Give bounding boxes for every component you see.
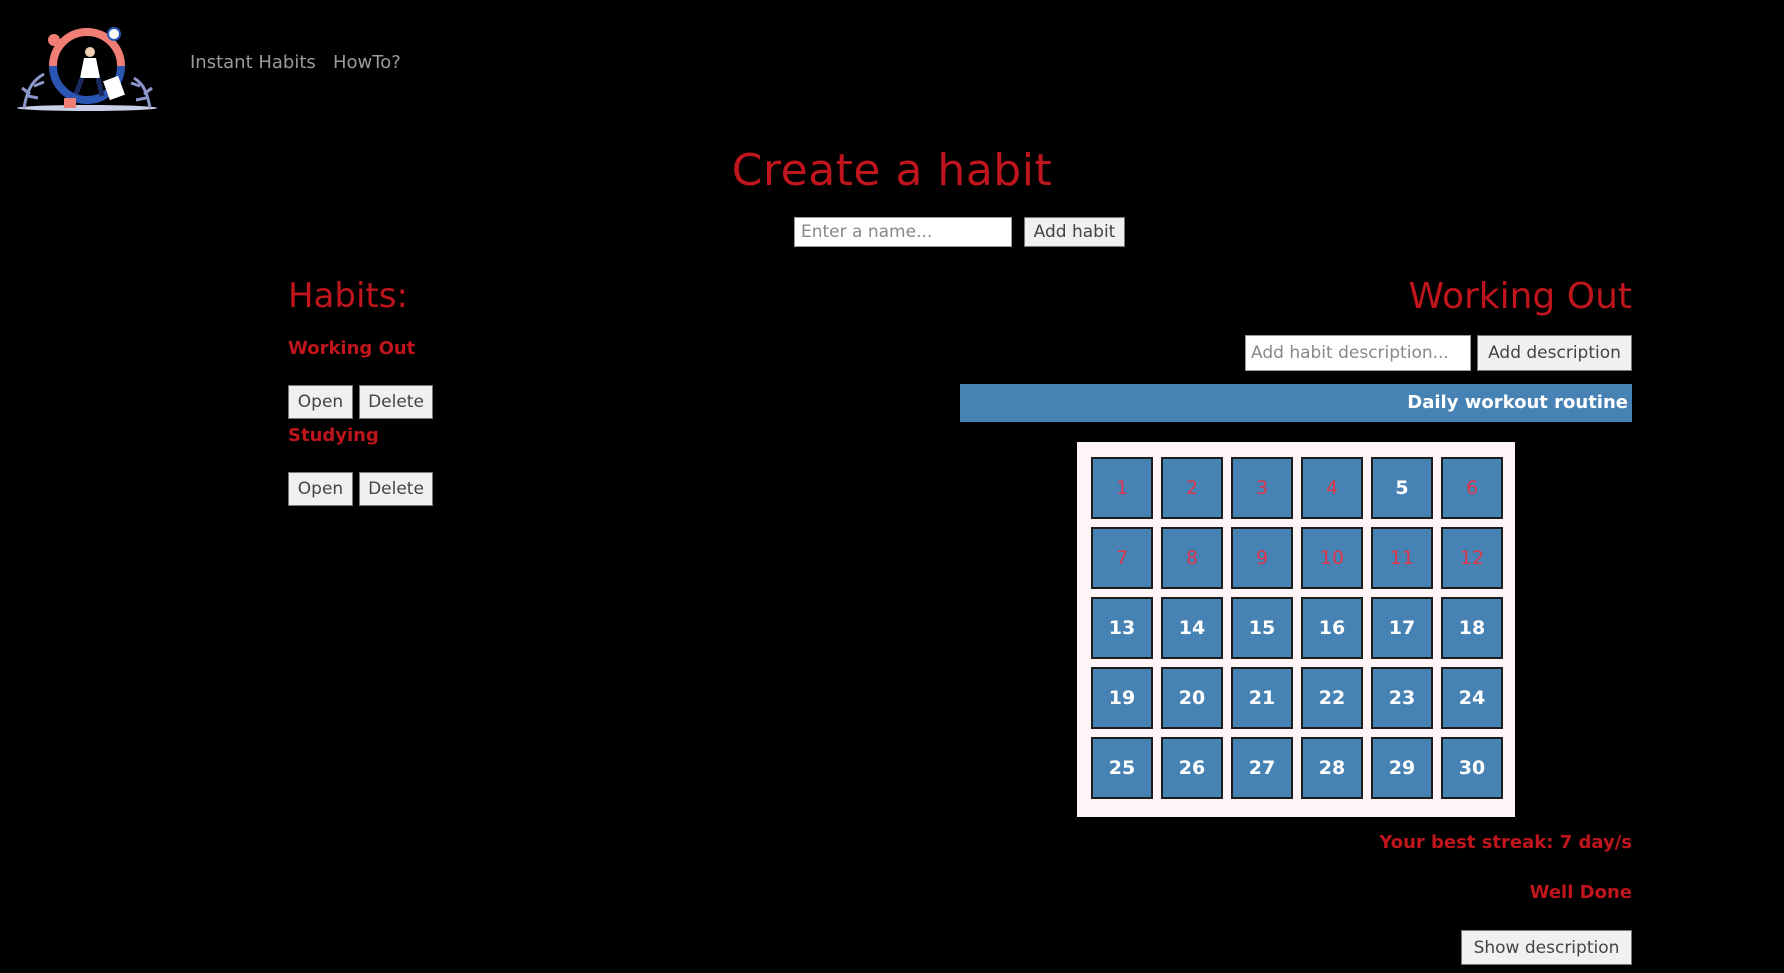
create-habit-title: Create a habit [731, 145, 1053, 196]
calendar-day-cell[interactable]: 24 [1441, 667, 1503, 729]
open-habit-button[interactable]: Open [288, 385, 353, 419]
calendar-day-cell[interactable]: 8 [1161, 527, 1223, 589]
calendar-day-cell[interactable]: 29 [1371, 737, 1433, 799]
habit-cycle-logo[interactable] [16, 24, 158, 112]
calendar-day-cell[interactable]: 9 [1231, 527, 1293, 589]
calendar-day-cell[interactable]: 20 [1161, 667, 1223, 729]
calendar-day-cell[interactable]: 19 [1091, 667, 1153, 729]
nav-link-instant-habits[interactable]: Instant Habits [190, 52, 316, 73]
calendar-day-cell[interactable]: 3 [1231, 457, 1293, 519]
show-description-button[interactable]: Show description [1461, 930, 1632, 965]
habit-description-input[interactable] [1245, 335, 1471, 371]
habit-list-item-name: Working Out [288, 338, 416, 359]
calendar-day-cell[interactable]: 10 [1301, 527, 1363, 589]
calendar-day-cell[interactable]: 18 [1441, 597, 1503, 659]
calendar-day-cell[interactable]: 14 [1161, 597, 1223, 659]
habit-list-item-name: Studying [288, 425, 379, 446]
day-calendar-grid: 1 2 3 4 5 6 7 8 9 10 11 12 13 14 15 16 17 18 19 20 21 22 23 24 2… [1077, 442, 1515, 817]
calendar-day-cell[interactable]: 6 [1441, 457, 1503, 519]
calendar-day-cell[interactable]: 25 [1091, 737, 1153, 799]
open-habit-button[interactable]: Open [288, 472, 353, 506]
best-streak-text: Your best streak: 7 day/s [1379, 832, 1632, 853]
habit-name-input[interactable] [794, 217, 1012, 247]
habits-heading: Habits: [288, 276, 408, 316]
calendar-day-cell[interactable]: 1 [1091, 457, 1153, 519]
calendar-day-cell[interactable]: 22 [1301, 667, 1363, 729]
calendar-day-cell[interactable]: 21 [1231, 667, 1293, 729]
calendar-day-cell[interactable]: 15 [1231, 597, 1293, 659]
well-done-message: Well Done [1529, 882, 1632, 903]
add-description-button[interactable]: Add description [1477, 335, 1632, 371]
delete-habit-button[interactable]: Delete [359, 385, 433, 419]
calendar-day-cell[interactable]: 12 [1441, 527, 1503, 589]
calendar-day-cell[interactable]: 27 [1231, 737, 1293, 799]
calendar-day-cell[interactable]: 5 [1371, 457, 1433, 519]
add-habit-button[interactable]: Add habit [1024, 217, 1125, 247]
calendar-day-cell[interactable]: 7 [1091, 527, 1153, 589]
calendar-day-cell[interactable]: 28 [1301, 737, 1363, 799]
delete-habit-button[interactable]: Delete [359, 472, 433, 506]
calendar-day-cell[interactable]: 13 [1091, 597, 1153, 659]
nav-link-howto[interactable]: HowTo? [333, 52, 401, 73]
calendar-day-cell[interactable]: 4 [1301, 457, 1363, 519]
top-nav: Instant Habits HowTo? [0, 0, 1784, 120]
calendar-day-cell[interactable]: 30 [1441, 737, 1503, 799]
calendar-day-cell[interactable]: 2 [1161, 457, 1223, 519]
calendar-day-cell[interactable]: 16 [1301, 597, 1363, 659]
calendar-day-cell[interactable]: 11 [1371, 527, 1433, 589]
habit-description-bar: Daily workout routine [960, 384, 1632, 422]
calendar-day-cell[interactable]: 23 [1371, 667, 1433, 729]
calendar-day-cell[interactable]: 26 [1161, 737, 1223, 799]
habit-detail-title: Working Out [1408, 276, 1632, 317]
calendar-day-cell[interactable]: 17 [1371, 597, 1433, 659]
